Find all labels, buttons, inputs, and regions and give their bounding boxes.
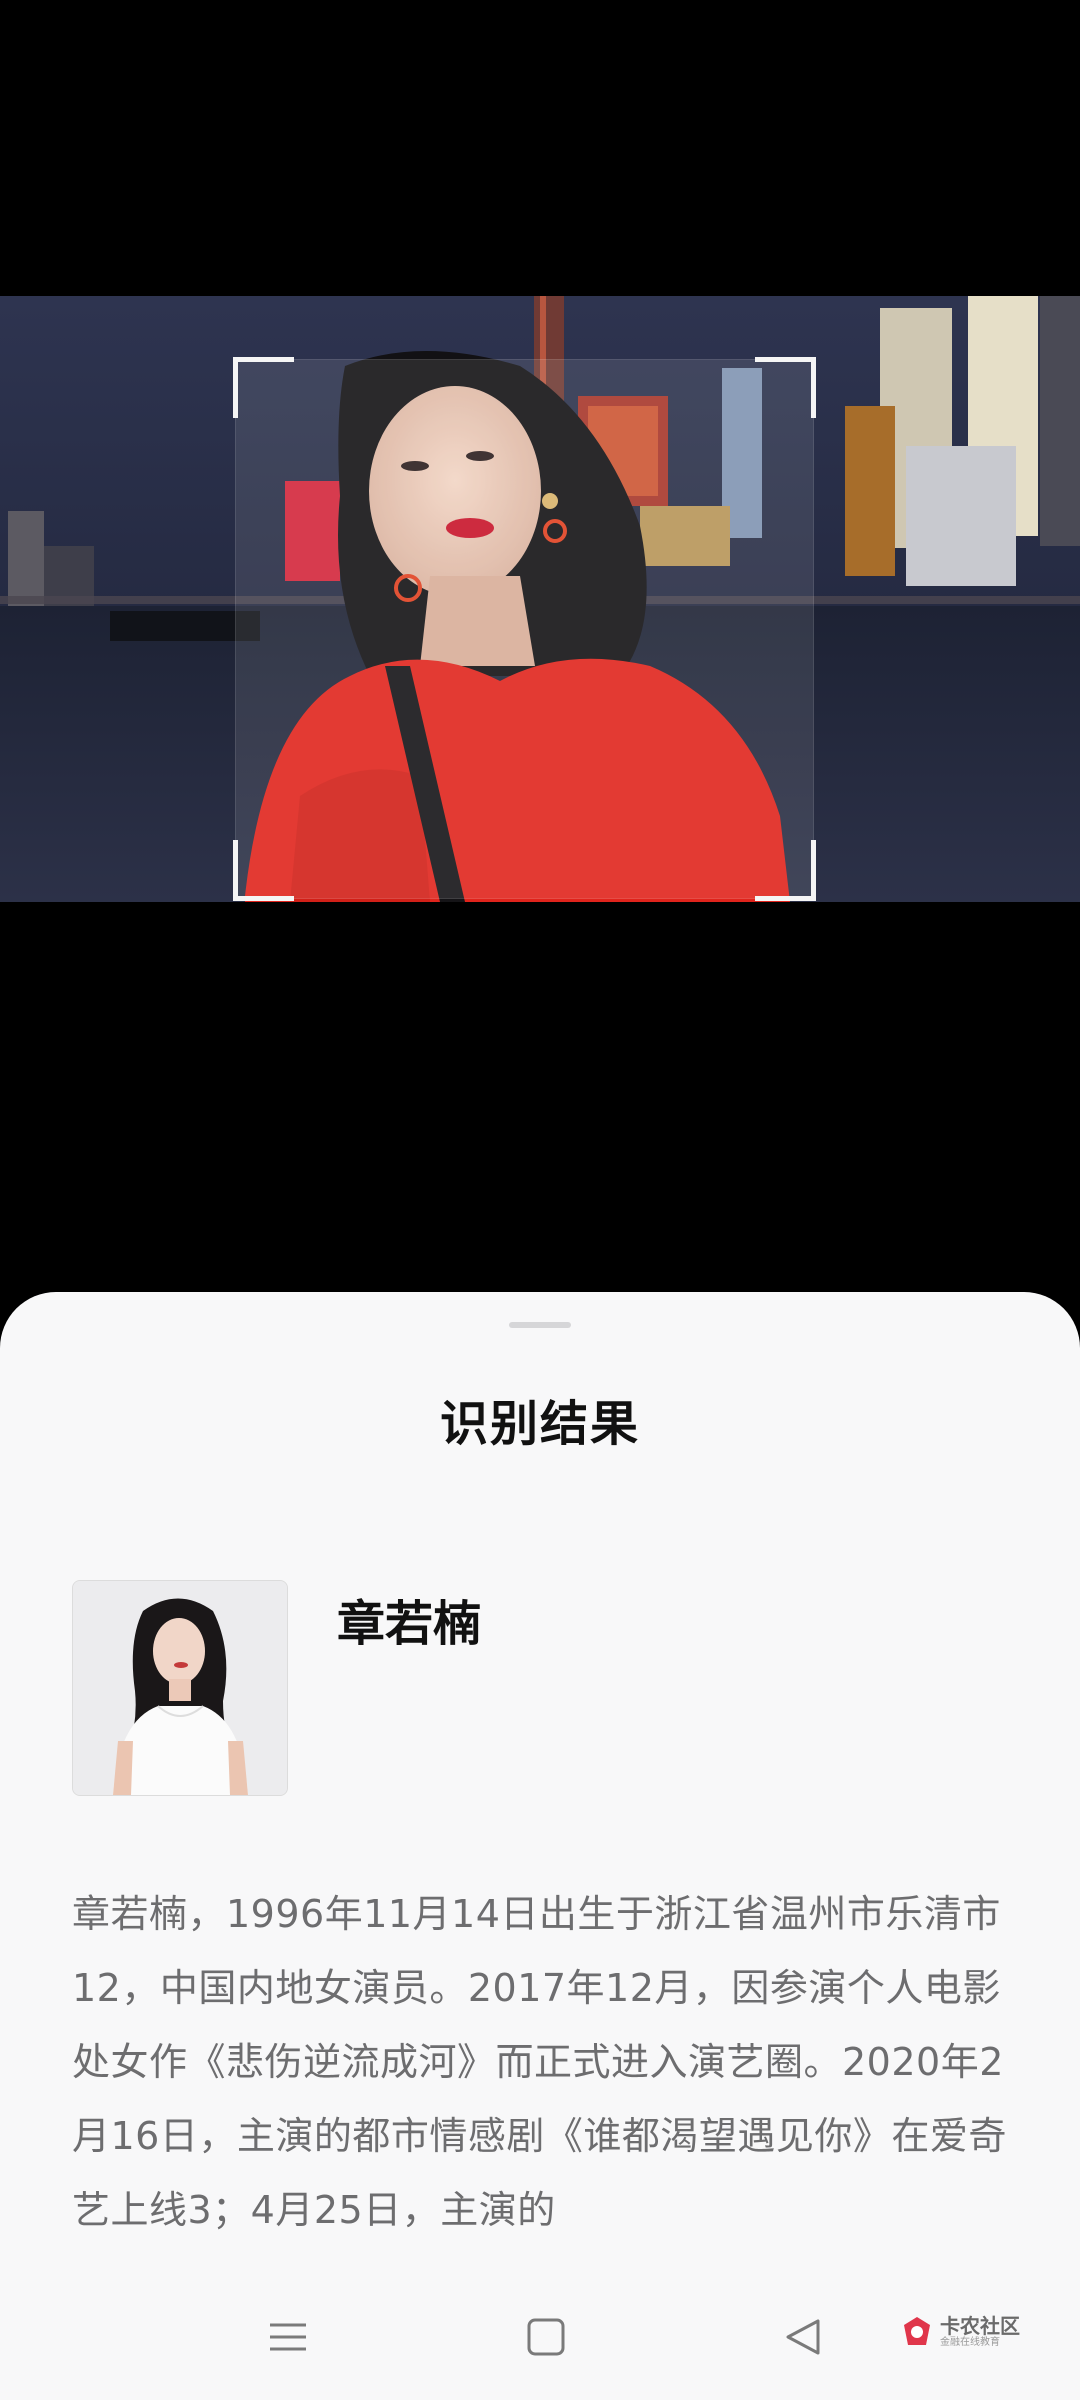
home-icon <box>527 2318 565 2356</box>
back-icon <box>786 2319 820 2355</box>
frame-corner-bottom-right <box>755 840 816 901</box>
watermark-logo-icon <box>904 2317 930 2345</box>
menu-button[interactable] <box>253 2302 323 2372</box>
result-description: 章若楠，1996年11月14日出生于浙江省温州市乐清市12，中国内地女演员。20… <box>72 1892 1007 2232</box>
drag-handle[interactable] <box>509 1322 571 1328</box>
frame-corner-bottom-left <box>233 840 294 901</box>
screen: 识别结果 章若楠 章若楠，1996年11月14日出生于浙江省温州市乐清市12，中 <box>0 0 1080 2400</box>
recognition-frame <box>233 357 816 901</box>
menu-icon <box>270 2323 306 2351</box>
frame-corner-top-right <box>755 357 816 418</box>
back-button[interactable] <box>769 2302 839 2372</box>
result-sheet[interactable]: 识别结果 章若楠 章若楠，1996年11月14日出生于浙江省温州市乐清市12，中 <box>0 1292 1080 2400</box>
watermark-sub-text: 金融在线教育 <box>940 2337 1000 2348</box>
system-nav-bar: 卡农社区 金融在线教育 <box>0 2280 1080 2400</box>
frame-corner-top-left <box>233 357 294 418</box>
sheet-title: 识别结果 <box>439 1396 640 1452</box>
watermark: 卡农社区 金融在线教育 <box>900 2310 1020 2354</box>
home-button[interactable] <box>511 2302 581 2372</box>
result-name: 章若楠 <box>337 1596 482 1652</box>
watermark-main-text: 卡农社区 <box>940 2314 1020 2338</box>
result-avatar[interactable] <box>72 1580 288 1796</box>
